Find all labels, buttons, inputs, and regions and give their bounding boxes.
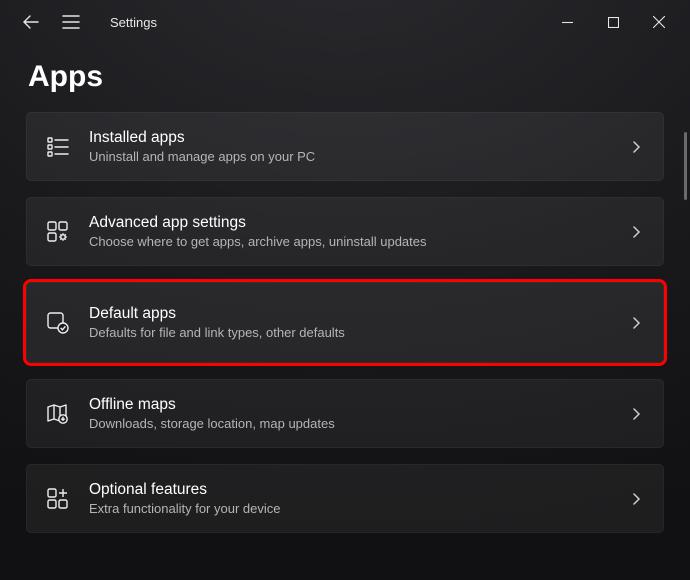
item-title: Default apps	[89, 305, 609, 323]
item-subtitle: Uninstall and manage apps on your PC	[89, 149, 609, 164]
advanced-settings-icon	[45, 219, 71, 245]
offline-maps-icon	[45, 401, 71, 427]
nav-item-default-apps[interactable]: Default apps Defaults for file and link …	[26, 282, 664, 363]
minimize-icon	[562, 17, 573, 28]
settings-list: Installed apps Uninstall and manage apps…	[0, 112, 690, 533]
item-subtitle: Choose where to get apps, archive apps, …	[89, 234, 609, 249]
default-apps-icon	[45, 310, 71, 336]
item-title: Offline maps	[89, 396, 609, 414]
chevron-right-icon	[627, 138, 645, 156]
nav-item-advanced-app-settings[interactable]: Advanced app settings Choose where to ge…	[26, 197, 664, 266]
back-button[interactable]	[20, 11, 42, 33]
installed-apps-icon	[45, 134, 71, 160]
scrollbar-thumb[interactable]	[684, 132, 687, 200]
page-title: Apps	[0, 44, 690, 112]
chevron-right-icon	[627, 314, 645, 332]
menu-button[interactable]	[60, 11, 82, 33]
item-title: Advanced app settings	[89, 214, 609, 232]
titlebar: Settings	[0, 0, 690, 44]
nav-item-optional-features[interactable]: Optional features Extra functionality fo…	[26, 464, 664, 533]
optional-features-icon	[45, 486, 71, 512]
minimize-button[interactable]	[544, 6, 590, 38]
maximize-icon	[608, 17, 619, 28]
item-subtitle: Downloads, storage location, map updates	[89, 416, 609, 431]
nav-item-offline-maps[interactable]: Offline maps Downloads, storage location…	[26, 379, 664, 448]
maximize-button[interactable]	[590, 6, 636, 38]
close-button[interactable]	[636, 6, 682, 38]
close-icon	[653, 16, 665, 28]
chevron-right-icon	[627, 490, 645, 508]
item-title: Installed apps	[89, 129, 609, 147]
hamburger-icon	[62, 15, 80, 29]
window-title: Settings	[110, 15, 157, 30]
nav-item-installed-apps[interactable]: Installed apps Uninstall and manage apps…	[26, 112, 664, 181]
chevron-right-icon	[627, 405, 645, 423]
item-title: Optional features	[89, 481, 609, 499]
item-subtitle: Extra functionality for your device	[89, 501, 609, 516]
chevron-right-icon	[627, 223, 645, 241]
item-subtitle: Defaults for file and link types, other …	[89, 325, 609, 340]
arrow-left-icon	[23, 14, 39, 30]
